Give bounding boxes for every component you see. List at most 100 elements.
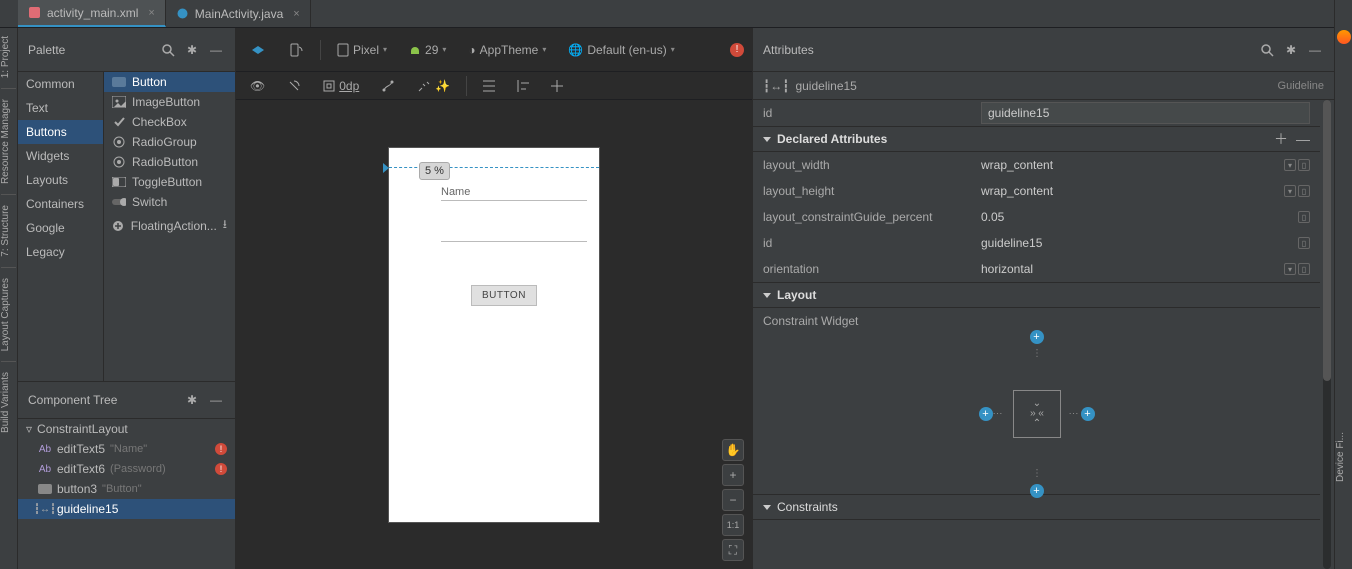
dimension-icon[interactable]: ▯ bbox=[1298, 237, 1310, 249]
pan-tool-icon[interactable]: ✋ bbox=[722, 439, 744, 461]
preview-button[interactable]: BUTTON bbox=[471, 285, 537, 306]
palette-category[interactable]: Widgets bbox=[18, 144, 103, 168]
close-icon[interactable]: × bbox=[293, 8, 299, 20]
tree-node[interactable]: AbeditText6 (Password)! bbox=[18, 459, 235, 479]
tree-node[interactable]: ┇↔┇guideline15 bbox=[18, 499, 235, 519]
add-left-constraint-button[interactable]: + bbox=[979, 407, 993, 421]
remove-attribute-button[interactable]: — bbox=[1296, 132, 1310, 146]
palette-category[interactable]: Legacy bbox=[18, 240, 103, 264]
view-mode-icon[interactable]: 👁 bbox=[244, 75, 271, 97]
constraint-widget-inner: ⌄ ›› ‹‹ ⌃ bbox=[1030, 399, 1043, 429]
palette-category[interactable]: Text bbox=[18, 96, 103, 120]
search-icon[interactable] bbox=[159, 41, 177, 59]
orientation-icon[interactable] bbox=[282, 38, 310, 62]
design-canvas[interactable]: 5 % Name BUTTON ✋ + − 1:1 ⛶ bbox=[236, 100, 752, 569]
attr-value-combo[interactable]: wrap_content▾▯ bbox=[981, 158, 1310, 172]
minimize-icon[interactable]: — bbox=[1306, 41, 1324, 59]
clear-constraints-icon[interactable] bbox=[375, 75, 401, 97]
dimension-icon[interactable]: ▯ bbox=[1298, 185, 1310, 197]
add-right-constraint-button[interactable]: + bbox=[1081, 407, 1095, 421]
rail-item-build-variants[interactable]: Build Variants bbox=[0, 364, 11, 441]
attr-key: layout_constraintGuide_percent bbox=[763, 210, 973, 224]
palette-widget[interactable]: RadioGroup bbox=[104, 132, 235, 152]
zoom-out-button[interactable]: − bbox=[722, 489, 744, 511]
autoconnect-icon[interactable] bbox=[281, 75, 307, 97]
error-icon[interactable]: ! bbox=[215, 463, 227, 475]
infer-constraints-icon[interactable]: ✨ bbox=[411, 75, 456, 97]
preview-name-label[interactable]: Name bbox=[441, 186, 470, 198]
zoom-in-button[interactable]: + bbox=[722, 464, 744, 486]
add-attribute-button[interactable]: ＋ bbox=[1274, 132, 1288, 146]
error-icon[interactable]: ! bbox=[215, 443, 227, 455]
palette-widget[interactable]: ImageButton bbox=[104, 92, 235, 112]
locale-select[interactable]: 🌐 Default (en-us)▾ bbox=[562, 39, 680, 61]
search-icon[interactable] bbox=[1258, 41, 1276, 59]
download-icon[interactable]: ⭳ bbox=[223, 215, 227, 236]
minimize-icon[interactable]: — bbox=[207, 391, 225, 409]
id-input[interactable] bbox=[981, 102, 1310, 124]
palette-category[interactable]: Google bbox=[18, 216, 103, 240]
attr-value: wrap_content bbox=[981, 184, 1053, 198]
dimension-icon[interactable]: ▯ bbox=[1298, 211, 1310, 223]
dropdown-icon[interactable]: ▾ bbox=[1284, 159, 1296, 171]
error-indicator-icon[interactable]: ! bbox=[730, 43, 744, 57]
rail-item-project[interactable]: 1: Project bbox=[0, 28, 11, 86]
layout-section[interactable]: Layout bbox=[753, 282, 1320, 308]
attr-value-combo[interactable]: wrap_content ▾▯ bbox=[981, 184, 1310, 198]
gear-icon[interactable]: ✱ bbox=[183, 41, 201, 59]
pack-icon[interactable] bbox=[477, 76, 501, 96]
device-select[interactable]: Pixel▾ bbox=[331, 39, 393, 61]
attr-key: layout_width bbox=[763, 158, 973, 172]
tree-node[interactable]: AbeditText5 "Name"! bbox=[18, 439, 235, 459]
zoom-reset-button[interactable]: 1:1 bbox=[722, 514, 744, 536]
zoom-fit-button[interactable]: ⛶ bbox=[722, 539, 744, 561]
palette-category[interactable]: Common bbox=[18, 72, 103, 96]
guideline-add-icon[interactable] bbox=[545, 76, 569, 96]
palette-category[interactable]: Layouts bbox=[18, 168, 103, 192]
gear-icon[interactable]: ✱ bbox=[183, 391, 201, 409]
chevron-down-icon bbox=[763, 137, 771, 142]
attr-value: horizontal bbox=[981, 262, 1033, 276]
dropdown-icon[interactable]: ▾ bbox=[1284, 263, 1296, 275]
api-select[interactable]: 29▾ bbox=[403, 39, 452, 61]
tree-root[interactable]: ▿ ConstraintLayout bbox=[18, 419, 235, 439]
user-avatar[interactable] bbox=[1337, 30, 1351, 44]
file-tab-mainactivity[interactable]: MainActivity.java × bbox=[166, 0, 311, 27]
palette-widget[interactable]: RadioButton bbox=[104, 152, 235, 172]
gear-icon[interactable]: ✱ bbox=[1282, 41, 1300, 59]
declared-attributes-section[interactable]: Declared Attributes ＋ — bbox=[753, 126, 1320, 152]
palette-category[interactable]: Buttons bbox=[18, 120, 103, 144]
dropdown-icon[interactable]: ▾ bbox=[1284, 185, 1296, 197]
surface-icon[interactable] bbox=[244, 38, 272, 62]
file-tab-activity-main[interactable]: activity_main.xml × bbox=[18, 0, 166, 27]
attr-value-combo[interactable]: horizontal ▾▯ bbox=[981, 262, 1310, 276]
palette-widget[interactable]: FloatingAction...⭳ bbox=[104, 212, 235, 239]
attributes-scrollbar[interactable] bbox=[1323, 100, 1331, 569]
attr-value-field[interactable]: guideline15▯ bbox=[981, 236, 1310, 250]
guideline-percent-label[interactable]: 5 % bbox=[419, 162, 450, 180]
rail-item-structure[interactable]: 7: Structure bbox=[0, 197, 11, 265]
attr-value-field[interactable]: 0.05▯ bbox=[981, 210, 1310, 224]
minimize-icon[interactable]: — bbox=[207, 41, 225, 59]
palette-category-list: CommonTextButtonsWidgetsLayoutsContainer… bbox=[18, 72, 104, 381]
add-top-constraint-button[interactable]: + bbox=[1030, 330, 1044, 344]
add-bottom-constraint-button[interactable]: + bbox=[1030, 484, 1044, 498]
rail-item-device[interactable]: Device Fi... bbox=[1335, 424, 1346, 490]
device-preview[interactable]: 5 % Name BUTTON bbox=[389, 148, 599, 522]
constraint-widget[interactable]: + + + + ⋯ ⋯ ⋯ ⋯ ⌄ ›› ‹‹ ⌃ bbox=[753, 334, 1320, 494]
theme-select[interactable]: ◑ AppTheme▾ bbox=[462, 39, 552, 61]
tree-node[interactable]: button3 "Button" bbox=[18, 479, 235, 499]
dimension-icon[interactable]: ▯ bbox=[1298, 159, 1310, 171]
palette-widget[interactable]: Switch bbox=[104, 192, 235, 212]
default-margin[interactable]: 0dp bbox=[317, 75, 365, 97]
palette-widget[interactable]: Button bbox=[104, 72, 235, 92]
rail-item-layout-captures[interactable]: Layout Captures bbox=[0, 270, 11, 359]
palette-widget[interactable]: CheckBox bbox=[104, 112, 235, 132]
palette-widget[interactable]: ToggleButton bbox=[104, 172, 235, 192]
close-icon[interactable]: × bbox=[148, 7, 154, 19]
rail-item-resource-manager[interactable]: Resource Manager bbox=[0, 91, 11, 192]
palette-category[interactable]: Containers bbox=[18, 192, 103, 216]
align-icon[interactable] bbox=[511, 76, 535, 96]
dimension-icon[interactable]: ▯ bbox=[1298, 263, 1310, 275]
constraint-widget-box[interactable]: ⌄ ›› ‹‹ ⌃ bbox=[1013, 390, 1061, 438]
